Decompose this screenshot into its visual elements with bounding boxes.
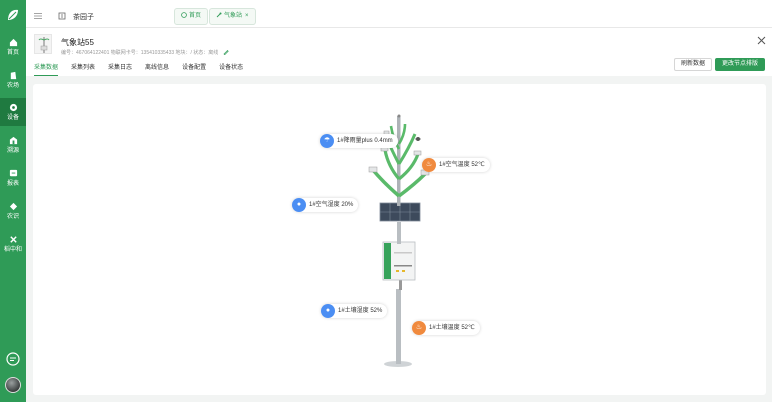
- tab-collect-list[interactable]: 采集列表: [71, 63, 95, 76]
- station-icon: [216, 12, 222, 18]
- sidebar-item-label: 首页: [6, 50, 19, 56]
- sidebar-item-label: 农识: [6, 214, 19, 220]
- app-root: 首页 农场 设备 溯源 报表 农识 稻中和 茶园子 首页 气象站 × 气象站55…: [0, 0, 772, 402]
- avatar[interactable]: [5, 377, 21, 393]
- device-header: 气象站55 编号：467064122401 物联网卡号：135410335433…: [26, 28, 772, 76]
- tab-label: 首页: [189, 13, 202, 19]
- home-icon: [9, 38, 17, 47]
- rain-icon: ☂: [320, 134, 334, 148]
- sidebar-item-knowledge[interactable]: 农识: [0, 197, 26, 225]
- thermometer-icon: ♨: [422, 158, 436, 172]
- tab-collect-log[interactable]: 采集日志: [108, 63, 132, 76]
- tab-home[interactable]: 首页: [174, 8, 209, 25]
- sidebar-item-label: 农场: [6, 83, 19, 89]
- sidebar-item-carbon[interactable]: 稻中和: [0, 230, 26, 258]
- sidebar-item-report[interactable]: 报表: [0, 164, 26, 192]
- station-canvas: ☂ 1#降雨量plus 0.4mm ♨ 1#空气温度 52℃ ● 1#空气湿度 …: [33, 84, 766, 395]
- building-icon: [58, 12, 66, 20]
- tab-label: 气象站: [224, 13, 243, 19]
- edit-icon[interactable]: [223, 49, 229, 55]
- sidebar-item-label: 报表: [6, 181, 19, 187]
- sensor-soil-temp-label[interactable]: ♨ 1#土壤温度 52℃: [412, 321, 480, 335]
- sensor-soil-temp-value: 1#土壤温度 52℃: [429, 325, 475, 331]
- device-meta-text: 编号：467064122401 物联网卡号：135410335433 地块：/ …: [61, 50, 219, 56]
- sensor-air-temp-label[interactable]: ♨ 1#空气温度 52℃: [422, 158, 490, 172]
- droplet-icon: ●: [321, 304, 335, 318]
- droplet-icon: ●: [292, 198, 306, 212]
- farm-select[interactable]: 茶园子: [58, 9, 184, 25]
- sidebar-item-farm[interactable]: 农场: [0, 66, 26, 94]
- station-thumb-icon: [38, 37, 50, 53]
- tab-device-config[interactable]: 设备配置: [182, 63, 206, 76]
- thermometer-icon: ♨: [412, 321, 426, 335]
- farm-select-value: 茶园子: [73, 14, 94, 21]
- tab-close-icon[interactable]: ×: [245, 13, 249, 19]
- sidebar: 首页 农场 设备 溯源 报表 农识 稻中和: [0, 0, 26, 402]
- top-bar: 茶园子 首页 气象站 ×: [26, 0, 772, 28]
- chat-icon[interactable]: [6, 352, 20, 366]
- sensor-air-humidity-value: 1#空气湿度 20%: [309, 202, 354, 208]
- carbon-icon: [9, 236, 17, 243]
- device-title: 气象站55: [61, 38, 94, 47]
- sidebar-item-home[interactable]: 首页: [0, 33, 26, 61]
- device-icon: [9, 103, 17, 112]
- tab-collect-data[interactable]: 采集数据: [34, 63, 59, 76]
- update-node-layout-button[interactable]: 更改节点排版: [715, 58, 765, 71]
- weather-station-illustration: [368, 114, 430, 367]
- subtab-bar: 采集数据 采集列表 采集日志 离线信息 设备配置 设备状态: [34, 63, 256, 76]
- refresh-data-button[interactable]: 刷新数据: [674, 58, 712, 71]
- sidebar-item-label: 设备: [6, 115, 19, 121]
- knowledge-icon: [9, 202, 17, 211]
- device-thumbnail: [34, 34, 52, 54]
- leaf-logo-icon: [8, 9, 18, 20]
- home-icon: [181, 12, 187, 18]
- trace-icon: [9, 136, 17, 145]
- report-icon: [9, 169, 17, 177]
- sensor-air-humidity-label[interactable]: ● 1#空气湿度 20%: [292, 198, 359, 212]
- farm-icon: [10, 71, 16, 80]
- sidebar-item-label: 溯源: [6, 148, 19, 154]
- sidebar-item-device[interactable]: 设备: [0, 98, 26, 126]
- sidebar-item-trace[interactable]: 溯源: [0, 131, 26, 159]
- sensor-rainfall-label[interactable]: ☂ 1#降雨量plus 0.4mm: [320, 134, 398, 148]
- device-meta: 编号：467064122401 物联网卡号：135410335433 地块：/ …: [61, 49, 229, 56]
- tab-weather-station[interactable]: 气象站 ×: [209, 8, 256, 25]
- close-icon[interactable]: [757, 36, 766, 45]
- sensor-rainfall-value: 1#降雨量plus 0.4mm: [337, 138, 393, 144]
- sensor-soil-humidity-value: 1#土壤湿度 52%: [338, 308, 383, 314]
- tab-offline-info[interactable]: 离线信息: [145, 63, 169, 76]
- sidebar-item-label: 稻中和: [3, 247, 22, 253]
- sensor-air-temp-value: 1#空气温度 52℃: [439, 162, 485, 168]
- sensor-soil-humidity-label[interactable]: ● 1#土壤湿度 52%: [321, 304, 388, 318]
- menu-toggle-icon[interactable]: [34, 13, 42, 19]
- tab-device-status[interactable]: 设备状态: [219, 63, 243, 76]
